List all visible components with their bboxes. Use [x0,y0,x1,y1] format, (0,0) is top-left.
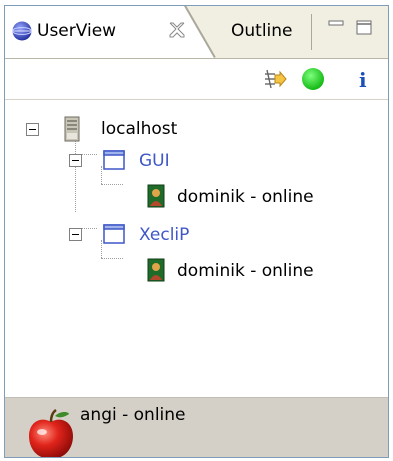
close-icon[interactable] [167,20,187,40]
tree-node-user[interactable]: dominik - online [5,184,388,210]
view-toolbar: i [5,59,388,99]
minimize-icon[interactable] [327,18,345,36]
tab-outline[interactable]: Outline [219,6,311,57]
tab-userview-label: UserView [37,21,117,41]
user-tree: localhost GUI dominik - online XecliP do… [5,100,388,397]
tab-bar: UserView Outline [5,6,388,59]
tree-node-label: XecliP [139,225,190,245]
svg-text:i: i [359,68,367,91]
tree-node-label: dominik - online [177,187,314,207]
tab-userview[interactable]: UserView [5,6,215,58]
collapse-toggle[interactable] [69,228,82,241]
window-icon [103,224,125,244]
server-icon [64,116,80,142]
status-bar: angi - online [5,397,388,457]
tree-node-group-gui[interactable]: GUI [5,148,388,174]
collapse-toggle[interactable] [69,154,82,167]
connect-arrows-icon[interactable] [263,67,287,91]
tree-node-localhost[interactable]: localhost [5,116,388,142]
info-icon[interactable]: i [351,67,375,91]
tab-outline-label: Outline [231,21,293,41]
tree-node-user[interactable]: dominik - online [5,258,388,284]
tab-separator [311,14,312,50]
tree-node-label: dominik - online [177,261,314,281]
globe-icon [12,21,32,41]
green-status-icon[interactable] [301,67,325,91]
current-user-status: angi - online [80,405,186,425]
userview-panel: UserView Outline i localhost GUI dominik… [4,5,389,458]
tree-node-label: GUI [139,151,170,171]
collapse-toggle[interactable] [26,123,39,136]
window-icon [103,150,125,170]
tree-node-label: localhost [101,119,178,139]
apple-avatar-icon [29,408,73,457]
user-icon [147,258,165,282]
tree-node-group-xeclip[interactable]: XecliP [5,222,388,248]
maximize-icon[interactable] [355,18,373,36]
user-icon [147,184,165,208]
